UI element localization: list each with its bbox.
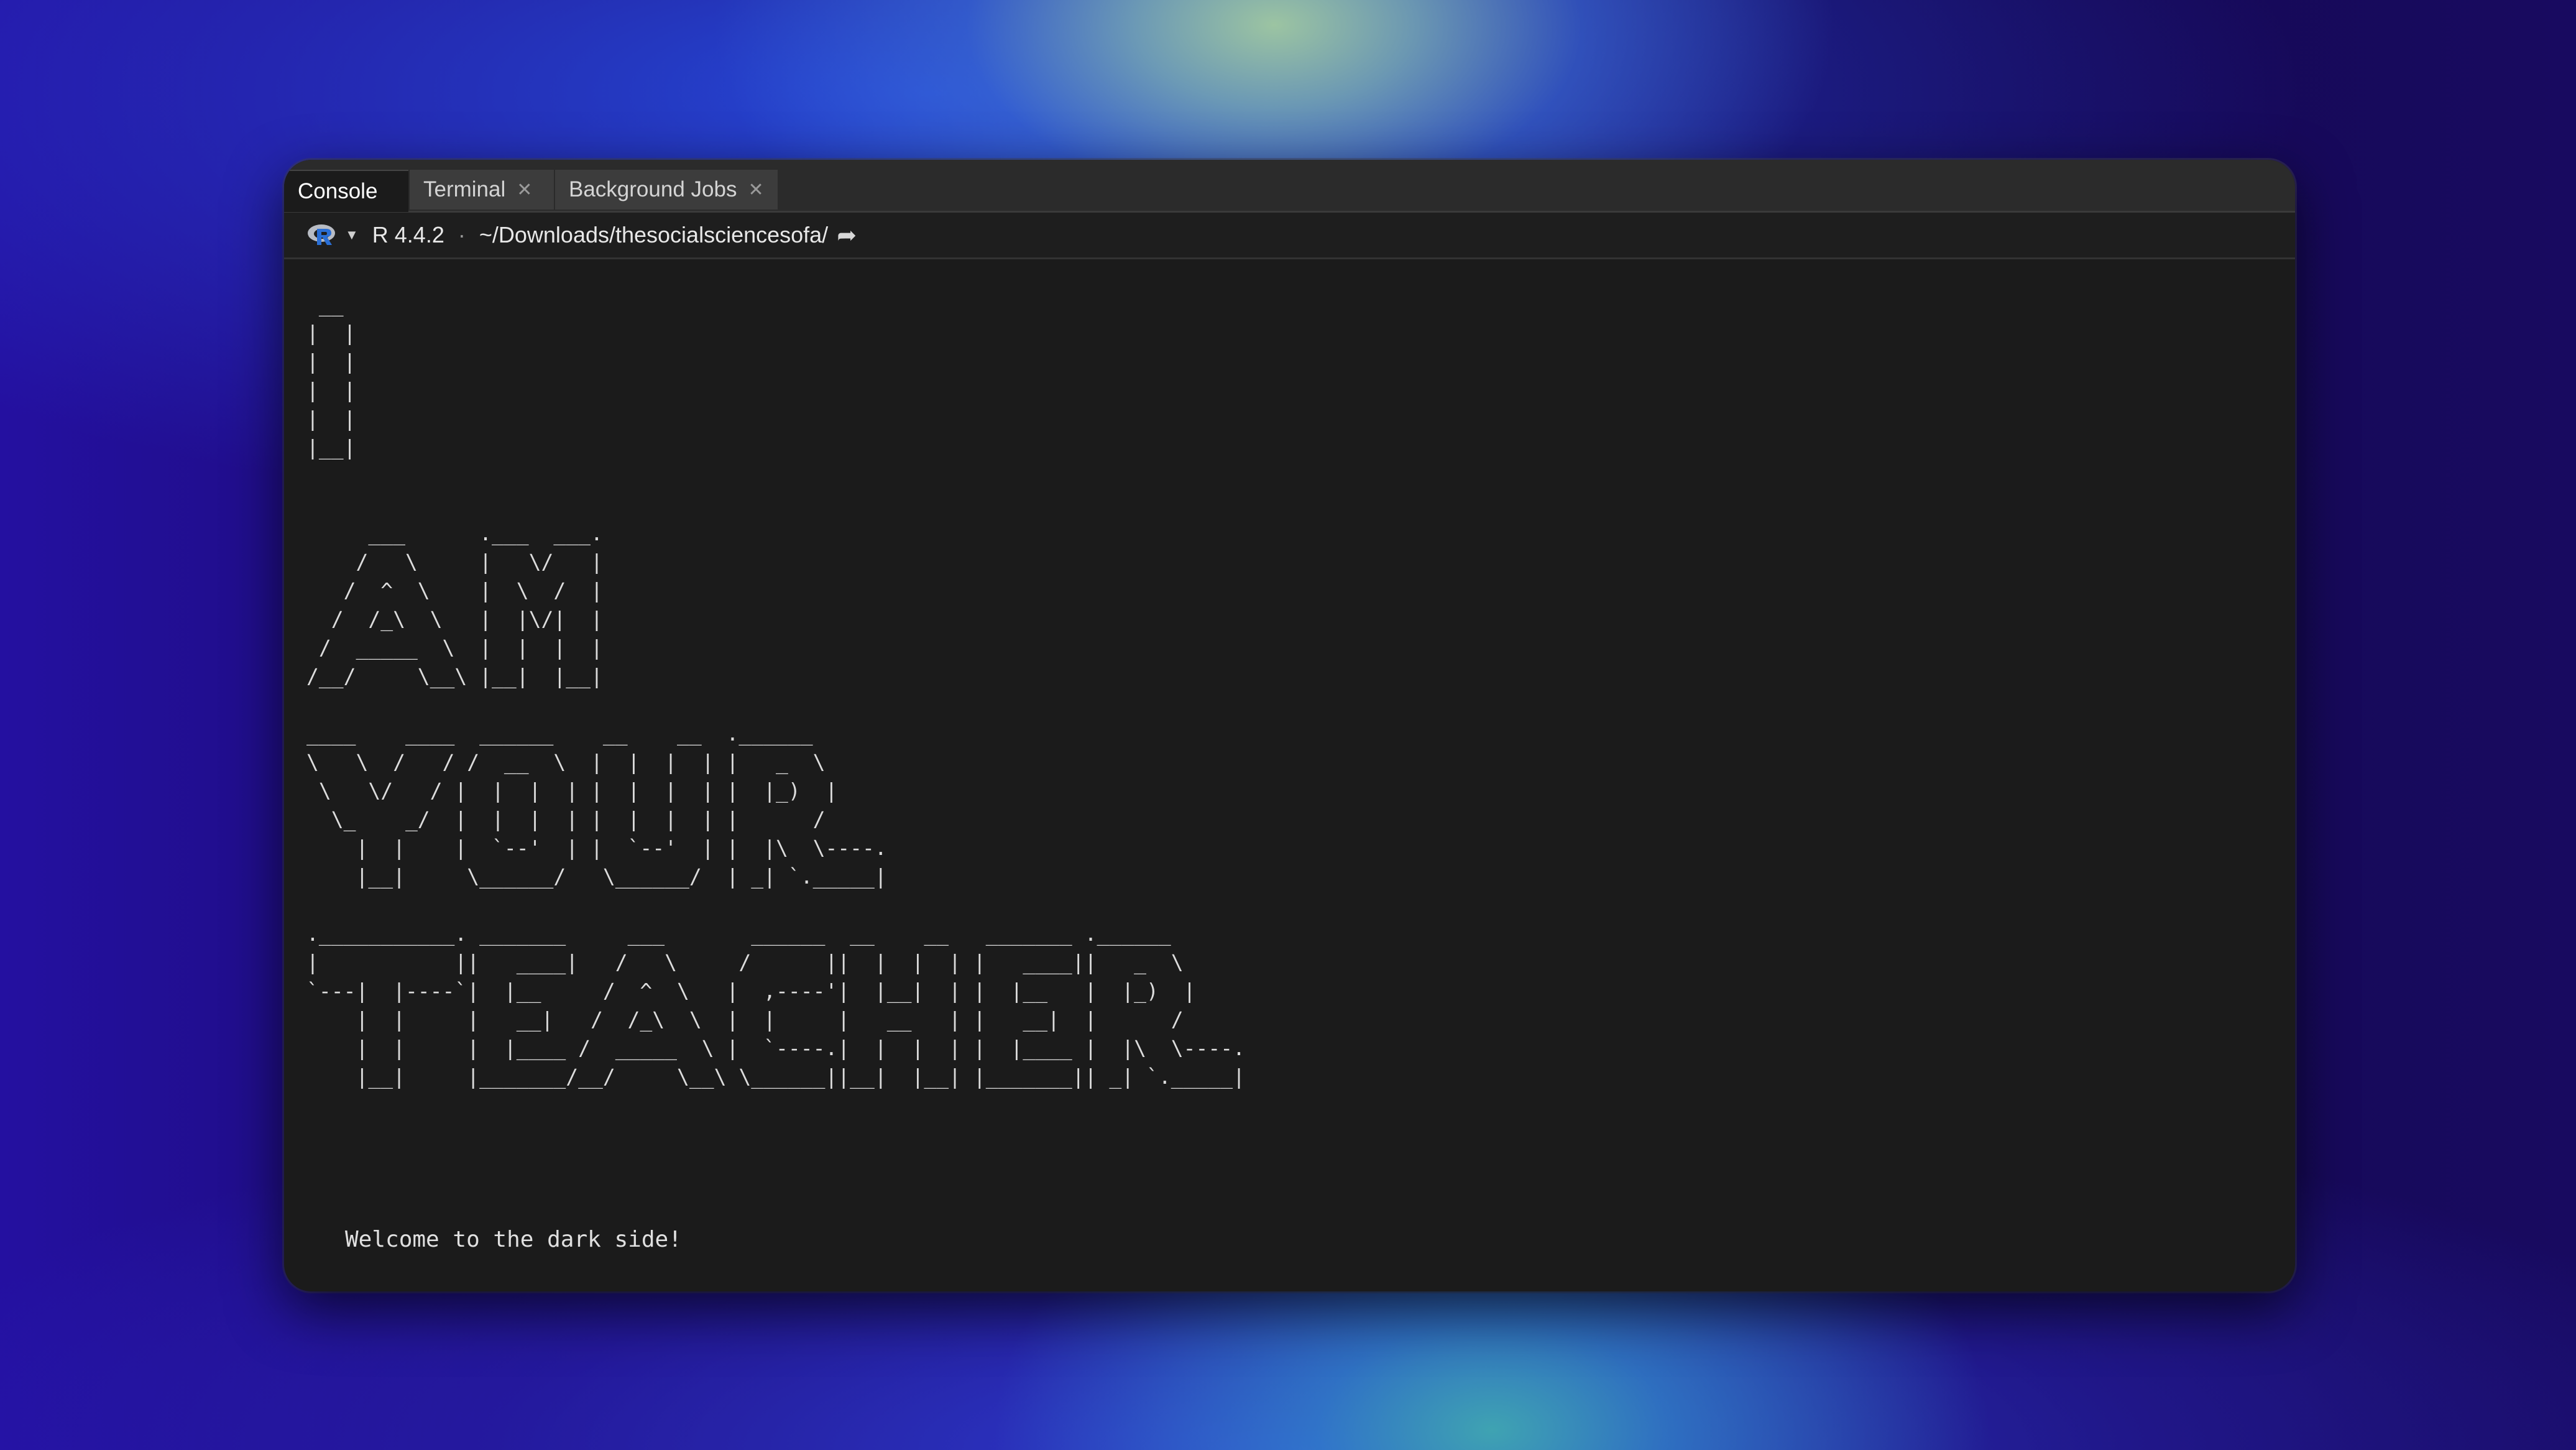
r-logo-icon[interactable]: [306, 223, 338, 247]
tab-background-jobs[interactable]: Background Jobs ✕: [554, 170, 778, 210]
tab-console-label: Console: [298, 179, 378, 203]
console-toolbar: ▼ R 4.4.2 · ~/Downloads/thesocialscience…: [284, 213, 2295, 259]
go-to-directory-icon[interactable]: ➦: [837, 221, 857, 249]
console-ascii-art: __ | | | | | | | | |__| ___ .___ ___. / …: [306, 292, 1245, 1089]
r-version-label: R 4.4.2: [372, 222, 444, 247]
tab-background-jobs-label: Background Jobs: [569, 177, 737, 201]
tab-terminal[interactable]: Terminal ✕: [408, 170, 554, 210]
close-icon[interactable]: ✕: [748, 179, 763, 201]
working-directory-path: ~/Downloads/thesocialsciencesofa/: [479, 222, 829, 247]
tab-console[interactable]: Console: [284, 170, 408, 212]
pane-tab-bar: Console Terminal ✕ Background Jobs ✕: [284, 160, 2295, 213]
close-icon[interactable]: ✕: [517, 179, 532, 201]
rstudio-console-pane: Console Terminal ✕ Background Jobs ✕ ▼ R…: [284, 160, 2295, 1291]
welcome-message: Welcome to the dark side!: [345, 1227, 682, 1252]
tab-terminal-label: Terminal: [423, 177, 506, 201]
chevron-down-icon[interactable]: ▼: [345, 227, 359, 243]
toolbar-separator: ·: [458, 222, 466, 247]
